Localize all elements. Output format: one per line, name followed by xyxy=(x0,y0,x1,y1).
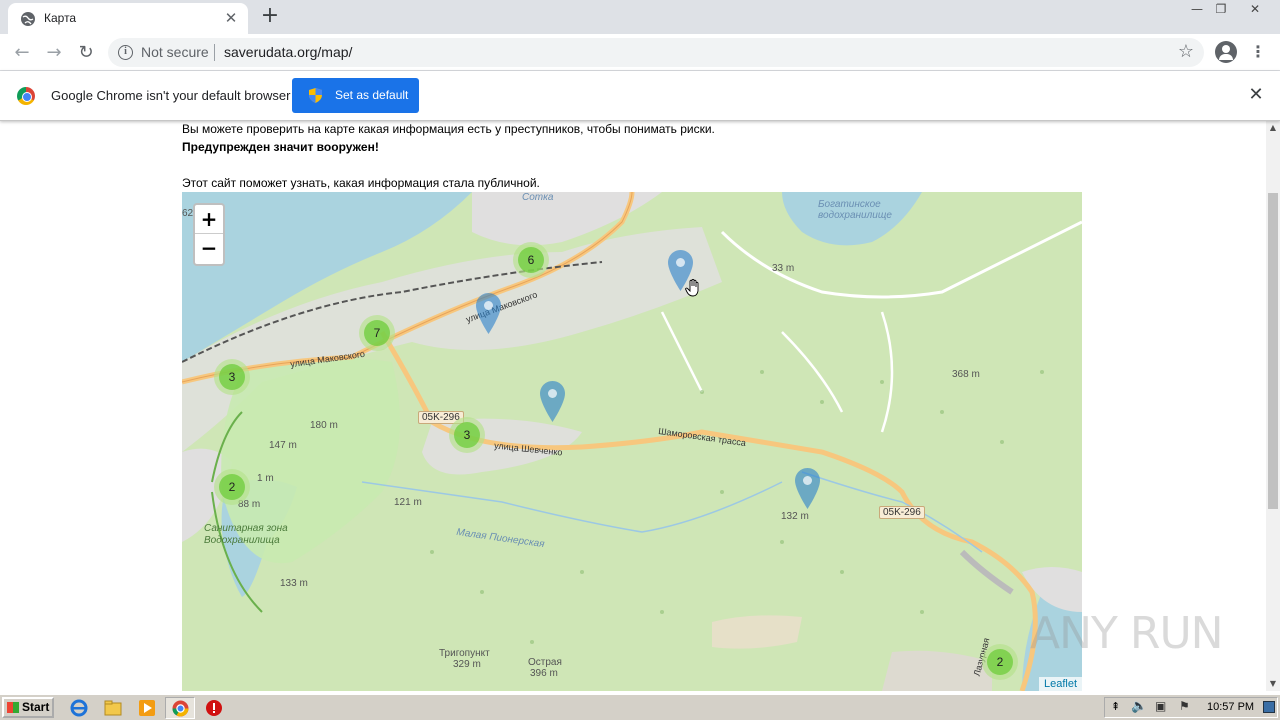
map-label-h132: 132 m xyxy=(781,511,809,522)
windows-logo-icon xyxy=(7,702,19,713)
restore-button[interactable]: ❐ xyxy=(1206,0,1236,20)
cluster-count: 3 xyxy=(454,422,480,448)
hand-cursor-icon xyxy=(685,279,699,297)
info-icon[interactable]: i xyxy=(118,45,133,60)
scroll-up-arrow-icon[interactable]: ▲ xyxy=(1266,121,1280,135)
scroll-down-arrow-icon[interactable]: ▼ xyxy=(1266,677,1280,691)
scrollbar-thumb[interactable] xyxy=(1268,193,1278,509)
marker-cluster[interactable]: 2 xyxy=(982,644,1018,680)
page-scrollbar[interactable]: ▲ ▼ xyxy=(1266,121,1280,691)
forward-arrow-icon[interactable]: → xyxy=(41,40,67,66)
back-arrow-icon[interactable]: ← xyxy=(9,40,35,66)
cluster-count: 3 xyxy=(219,364,245,390)
show-desktop-icon[interactable] xyxy=(1263,701,1275,713)
leaflet-map[interactable]: + − Сотка 62 Богатинское водохранилище 3… xyxy=(182,192,1082,691)
map-label-h1: 1 m xyxy=(257,473,274,484)
stop-alert-icon[interactable] xyxy=(205,699,223,717)
map-label-h180: 180 m xyxy=(310,420,338,431)
map-label-trig: Тригопункт xyxy=(439,648,490,659)
internet-explorer-icon[interactable] xyxy=(70,699,88,717)
map-pin-icon[interactable] xyxy=(540,381,565,422)
chrome-taskbar-button[interactable] xyxy=(165,697,195,719)
warning-text: Предупрежден значит вооружен! xyxy=(182,140,379,154)
url-text[interactable]: saverudata.org/map/ xyxy=(224,44,352,60)
windows-taskbar: Start ⇞ 🔈 ▣ ⚑ 10:57 PM xyxy=(0,694,1280,720)
reload-icon[interactable]: ↻ xyxy=(73,40,99,66)
map-label-h121: 121 m xyxy=(394,497,422,508)
taskbar-clock: 10:57 PM xyxy=(1207,701,1255,713)
volume-icon[interactable]: 🔈 xyxy=(1131,699,1147,714)
map-label-reservoir: Богатинское водохранилище xyxy=(818,199,892,221)
tab-title: Карта xyxy=(44,11,77,25)
uac-shield-icon xyxy=(309,88,322,103)
marker-cluster[interactable]: 3 xyxy=(449,417,485,453)
action-center-flag-icon[interactable]: ⚑ xyxy=(1179,699,1190,713)
infobar-message: Google Chrome isn't your default browser xyxy=(51,88,291,103)
menu-dots-icon[interactable]: ⋮ xyxy=(1250,42,1266,62)
cluster-count: 7 xyxy=(364,320,390,346)
marker-cluster[interactable]: 7 xyxy=(359,315,395,351)
profile-avatar-icon[interactable] xyxy=(1215,41,1237,63)
map-label-ostraya-height: 396 m xyxy=(530,668,558,679)
map-attribution-link[interactable]: Leaflet xyxy=(1038,677,1082,691)
address-bar[interactable]: i Not secure saverudata.org/map/ ☆ xyxy=(108,38,1204,67)
security-status[interactable]: Not secure xyxy=(141,44,209,60)
marker-cluster[interactable]: 3 xyxy=(214,359,250,395)
media-player-icon[interactable] xyxy=(138,699,156,717)
map-label-h133: 133 m xyxy=(280,578,308,589)
map-label-62: 62 xyxy=(182,208,194,219)
cluster-count: 6 xyxy=(518,247,544,273)
map-tiles[interactable] xyxy=(182,192,1082,691)
anyrun-watermark: ANY RUN xyxy=(1030,608,1224,659)
zoom-in-button[interactable]: + xyxy=(195,205,223,234)
zoom-control: + − xyxy=(193,203,225,266)
zoom-out-button[interactable]: − xyxy=(195,234,223,263)
tab-active[interactable]: Карта ✕ xyxy=(8,3,248,34)
map-label-h33: 33 m xyxy=(772,263,795,274)
map-pin-icon[interactable] xyxy=(476,293,501,334)
cluster-count: 2 xyxy=(987,649,1013,675)
set-as-default-label: Set as default xyxy=(335,88,409,102)
browser-toolbar: ← → ↻ i Not secure saverudata.org/map/ ☆… xyxy=(0,34,1280,71)
intro-text: Вы можете проверить на карте какая инфор… xyxy=(182,122,715,136)
divider xyxy=(214,44,215,61)
network-icon[interactable]: ▣ xyxy=(1155,699,1166,713)
tray-expand-icon[interactable]: ⇞ xyxy=(1111,700,1120,713)
start-button[interactable]: Start xyxy=(2,697,54,718)
window-close-button[interactable]: ✕ xyxy=(1240,0,1270,20)
map-label-h368: 368 m xyxy=(952,369,980,380)
infobar-close-icon[interactable]: ✕ xyxy=(1246,85,1266,105)
default-browser-infobar: Google Chrome isn't your default browser… xyxy=(0,71,1280,121)
chrome-logo-icon xyxy=(17,87,35,105)
map-label-trig-height: 329 m xyxy=(453,659,481,670)
tab-close-icon[interactable]: ✕ xyxy=(222,9,240,27)
explorer-folder-icon[interactable] xyxy=(104,699,122,717)
tab-strip: Карта ✕ + — ❐ ✕ xyxy=(0,0,1280,34)
marker-cluster[interactable]: 6 xyxy=(513,242,549,278)
globe-icon xyxy=(21,12,35,26)
page-content: Вы можете проверить на карте какая инфор… xyxy=(0,121,1266,691)
chrome-icon xyxy=(172,700,189,717)
map-pin-icon[interactable] xyxy=(795,468,820,509)
road-shield-05k296-2: 05K-296 xyxy=(879,506,925,519)
cluster-count: 2 xyxy=(219,474,245,500)
description-text: Этот сайт поможет узнать, какая информац… xyxy=(182,176,540,190)
start-label: Start xyxy=(22,700,50,714)
marker-cluster[interactable]: 2 xyxy=(214,469,250,505)
map-label-h147: 147 m xyxy=(269,440,297,451)
set-as-default-button[interactable]: Set as default xyxy=(292,78,419,113)
map-label-ostraya: Острая xyxy=(528,657,562,668)
map-label-sanitary: Санитарная зона Водохранилища xyxy=(204,523,288,546)
new-tab-button[interactable]: + xyxy=(258,5,282,29)
bookmark-star-icon[interactable]: ☆ xyxy=(1178,41,1194,62)
map-label-sotka: Сотка xyxy=(522,192,554,203)
